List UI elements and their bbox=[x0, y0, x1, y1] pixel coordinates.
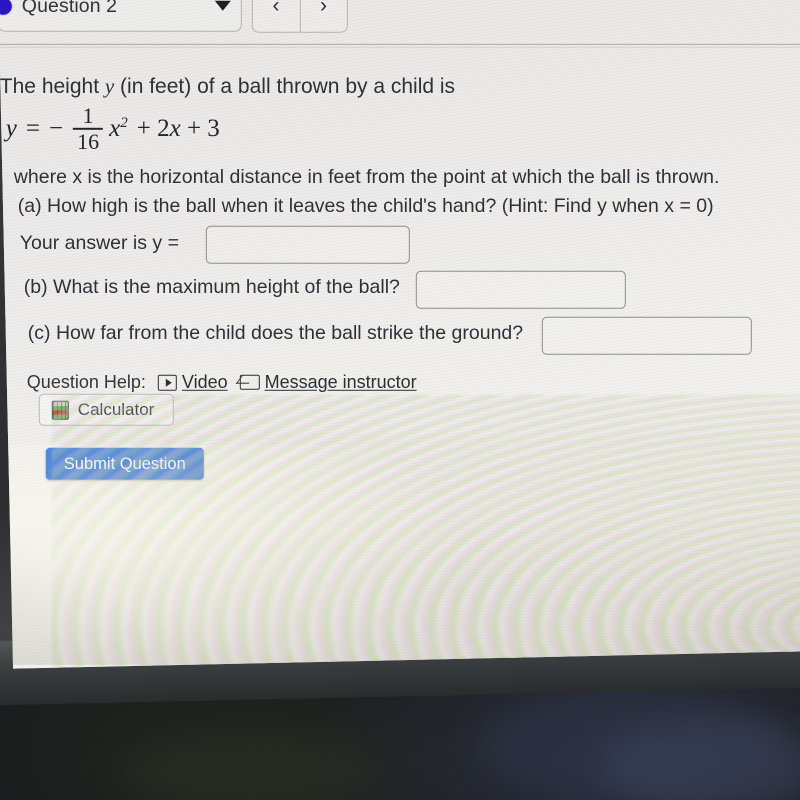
intro-text-after: (in feet) of a ball thrown by a child is bbox=[114, 74, 456, 98]
answer-a-prompt: Your answer is y = bbox=[19, 231, 179, 254]
calculator-icon bbox=[51, 400, 69, 420]
equation-rest: + 2x + 3 bbox=[136, 114, 220, 142]
equation-fraction: 1 16 bbox=[73, 102, 104, 154]
equation-x-term: x2 bbox=[109, 114, 128, 142]
question-part-c: (c) How far from the child does the ball… bbox=[27, 321, 524, 344]
answer-a-input[interactable] bbox=[205, 225, 410, 264]
intro-text-before: The height bbox=[0, 74, 105, 98]
calculator-button-label: Calculator bbox=[77, 399, 155, 419]
laptop: Question 2 ‹ › The height y (in feet) of… bbox=[0, 0, 800, 730]
answer-c-input[interactable] bbox=[541, 316, 752, 355]
fraction-numerator: 1 bbox=[82, 102, 94, 128]
laptop-screen: Question 2 ‹ › The height y (in feet) of… bbox=[0, 0, 800, 669]
equation-minus: − bbox=[49, 114, 64, 142]
equation-exponent: 2 bbox=[120, 114, 128, 131]
video-help-link[interactable]: Video bbox=[157, 371, 228, 393]
question-help-row: Question Help: Video Message instructor bbox=[27, 372, 417, 393]
question-part-a: (a) How high is the ball when it leaves … bbox=[17, 194, 714, 217]
equation-equals: = bbox=[25, 114, 41, 142]
question-intro: The height y (in feet) of a ball thrown … bbox=[0, 74, 455, 99]
fraction-denominator: 16 bbox=[77, 128, 100, 154]
intro-variable-y: y bbox=[104, 73, 115, 98]
message-link-label: Message instructor bbox=[264, 371, 417, 392]
message-instructor-link[interactable]: Message instructor bbox=[239, 371, 417, 393]
calculator-button[interactable]: Calculator bbox=[38, 393, 174, 426]
equation-lhs: y bbox=[5, 114, 17, 142]
homework-question-ui: Question 2 ‹ › The height y (in feet) of… bbox=[0, 0, 800, 669]
answer-b-input[interactable] bbox=[415, 270, 626, 309]
background-fold-3 bbox=[120, 730, 380, 800]
question-part-b: (b) What is the maximum height of the ba… bbox=[23, 275, 400, 298]
question-help-label: Question Help: bbox=[26, 371, 146, 392]
play-box-icon bbox=[157, 374, 177, 391]
question-body: The height y (in feet) of a ball thrown … bbox=[0, 0, 800, 669]
submit-question-button[interactable]: Submit Question bbox=[45, 447, 204, 480]
photo-of-laptop-screen: Question 2 ‹ › The height y (in feet) of… bbox=[0, 0, 800, 800]
where-clause: where x is the horizontal distance in fe… bbox=[13, 165, 720, 188]
question-equation: y = − 1 16 x2 + 2x + 3 bbox=[5, 102, 220, 154]
video-link-label: Video bbox=[181, 371, 228, 392]
envelope-icon bbox=[239, 374, 260, 390]
